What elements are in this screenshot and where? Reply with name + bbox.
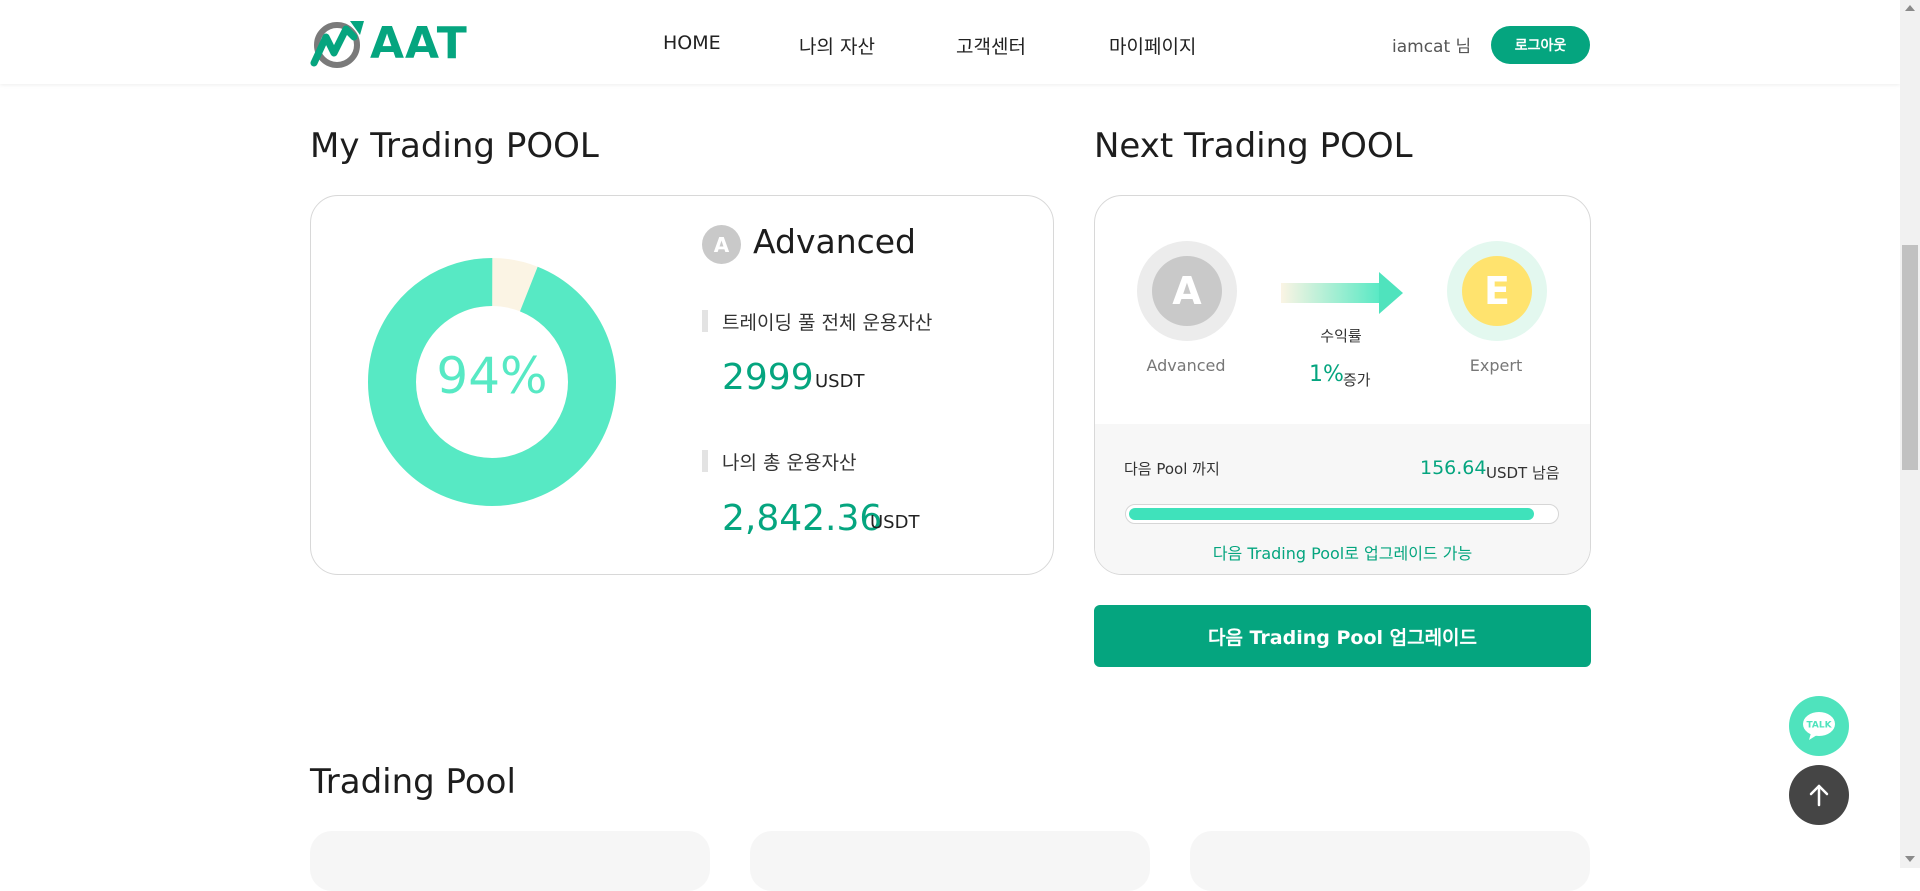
pool-card[interactable] <box>310 831 710 891</box>
logout-button[interactable]: 로그아웃 <box>1491 26 1590 64</box>
remaining-unit: USDT 남음 <box>1486 464 1560 482</box>
scrollbar-thumb[interactable] <box>1902 245 1918 470</box>
trading-pool-title: Trading Pool <box>310 762 516 802</box>
tier-badge: A <box>702 225 741 264</box>
total-assets-unit: USDT <box>815 371 865 392</box>
to-tier-letter: E <box>1462 256 1532 326</box>
label-marker <box>702 450 708 472</box>
from-tier-letter: A <box>1152 256 1222 326</box>
donut-percent: 94% <box>436 347 548 405</box>
pool-card[interactable] <box>1190 831 1590 891</box>
chat-bubble-icon: TALK <box>1803 712 1835 740</box>
scroll-up-arrow-icon[interactable] <box>1905 5 1915 11</box>
remaining-value: 156.64 <box>1420 457 1487 479</box>
nav-customer-center[interactable]: 고객센터 <box>956 32 1026 59</box>
nav-my-assets[interactable]: 나의 자산 <box>799 32 875 59</box>
progress-fill <box>1129 508 1534 520</box>
rate-suffix: 증가 <box>1343 371 1371 389</box>
kakao-talk-button[interactable]: TALK <box>1789 696 1849 756</box>
user-name: iamcat 님 <box>1392 37 1472 57</box>
scroll-down-arrow-icon[interactable] <box>1905 856 1915 862</box>
talk-label: TALK <box>1806 721 1832 731</box>
my-assets-label: 나의 총 운용자산 <box>722 452 857 474</box>
total-assets-label: 트레이딩 풀 전체 운용자산 <box>722 312 933 334</box>
rate-value: 1% <box>1309 362 1344 387</box>
logo-icon <box>310 21 364 68</box>
logo[interactable]: AAT <box>310 18 468 70</box>
my-assets-value: 2,842.36 <box>722 498 883 539</box>
arrow-up-icon <box>1809 784 1829 807</box>
scroll-to-top-button[interactable] <box>1789 765 1849 825</box>
logo-text: AAT <box>370 18 468 69</box>
arrow-right-icon <box>1281 283 1381 303</box>
arrow-head-icon <box>1379 272 1403 314</box>
my-pool-title: My Trading POOL <box>310 126 599 166</box>
upgrade-pool-button[interactable]: 다음 Trading Pool 업그레이드 <box>1094 605 1591 667</box>
nav-mypage[interactable]: 마이페이지 <box>1109 32 1196 59</box>
upgrade-available-note: 다음 Trading Pool로 업그레이드 가능 <box>1212 544 1473 563</box>
tier-name: Advanced <box>753 222 917 261</box>
nav-home[interactable]: HOME <box>663 32 721 54</box>
pool-card[interactable] <box>750 831 1150 891</box>
my-assets-unit: USDT <box>870 512 920 533</box>
from-tier-name: Advanced <box>1146 356 1226 375</box>
label-marker <box>702 310 708 332</box>
total-assets-value: 2999 <box>722 357 814 398</box>
rate-label: 수익률 <box>1320 327 1362 345</box>
to-tier-name: Expert <box>1469 356 1523 375</box>
next-pool-progress-bar <box>1125 504 1559 524</box>
next-pool-title: Next Trading POOL <box>1094 126 1413 166</box>
top-header: AAT HOME 나의 자산 고객센터 마이페이지 iamcat 님 로그아웃 <box>0 0 1900 84</box>
until-next-pool-label: 다음 Pool 까지 <box>1124 460 1220 478</box>
